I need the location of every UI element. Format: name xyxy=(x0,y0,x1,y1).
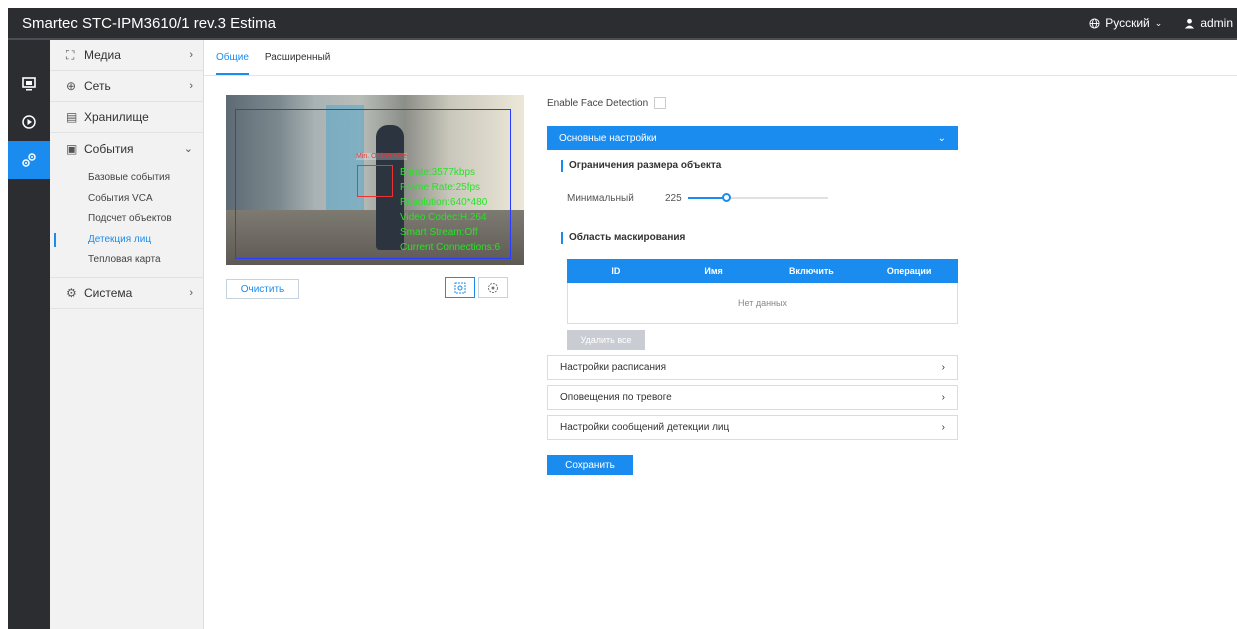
top-bar: Smartec STC-IPM3610/1 rev.3 Estima Русск… xyxy=(8,8,1237,38)
mask-area-table: ID Имя Включить Операции Нет данных xyxy=(567,259,958,324)
settings-nav[interactable] xyxy=(8,141,50,179)
chevron-down-icon: ⌄ xyxy=(183,143,193,155)
column-header: Включить xyxy=(788,266,834,276)
globe-icon xyxy=(1089,17,1100,29)
alarm-notifications-section[interactable]: Оповещения по тревоге › xyxy=(547,385,958,410)
osd-line: Current Connections:6 xyxy=(400,242,501,253)
basic-settings-label: Основные настройки xyxy=(559,132,657,144)
face-message-settings-section[interactable]: Настройки сообщений детекции лиц › xyxy=(547,415,958,440)
min-object-size-box[interactable] xyxy=(357,165,393,197)
basic-settings-header[interactable]: Основные настройки ⌄ xyxy=(547,126,958,150)
osd-line: Bitrate:3577kbps xyxy=(400,167,476,178)
minimum-size-row: Минимальный 225 xyxy=(567,192,828,204)
schedule-settings-section[interactable]: Настройки расписания › xyxy=(547,355,958,380)
tab-advanced[interactable]: Расширенный xyxy=(265,52,330,75)
draw-area-icon xyxy=(454,282,466,293)
storage-icon: ▤ xyxy=(66,110,78,124)
minimum-label: Минимальный xyxy=(567,192,634,204)
sidebar-subitem-vca-events[interactable]: События VCA xyxy=(50,189,203,210)
sidebar-item-events[interactable]: ▣ События ⌄ xyxy=(50,133,203,164)
events-icon: ▣ xyxy=(66,141,78,156)
sidebar-item-label: Система xyxy=(84,285,133,300)
left-margin xyxy=(0,0,8,629)
sidebar-item-label: События xyxy=(84,141,134,156)
save-button[interactable]: Сохранить xyxy=(547,455,633,475)
playback-icon xyxy=(22,115,36,129)
delete-all-button[interactable]: Удалить все xyxy=(567,330,645,350)
media-icon: ⛶ xyxy=(66,47,75,62)
minimum-value: 225 xyxy=(665,192,682,204)
chevron-down-icon: ⌄ xyxy=(1154,17,1163,28)
chevron-right-icon: › xyxy=(189,286,193,299)
sidebar-subitem-heat-map[interactable]: Тепловая карта xyxy=(50,250,203,271)
tab-bar: Общие Расширенный xyxy=(204,40,1237,76)
target-icon xyxy=(488,282,498,293)
sidebar-subitem-object-counting[interactable]: Подсчет объектов xyxy=(50,209,203,230)
chevron-right-icon: › xyxy=(941,392,945,403)
chevron-right-icon: › xyxy=(189,49,193,61)
language-selector[interactable]: Русский ⌄ xyxy=(1089,16,1162,30)
table-empty-row: Нет данных xyxy=(567,283,958,324)
osd-line: Smart Stream:Off xyxy=(400,227,478,238)
size-limit-title: Ограничения размера объекта xyxy=(561,160,721,172)
minimum-size-slider[interactable] xyxy=(687,192,828,204)
chevron-right-icon: › xyxy=(941,422,945,433)
column-header: Операции xyxy=(886,266,932,276)
user-menu[interactable]: admin xyxy=(1184,16,1233,30)
system-icon: ⚙ xyxy=(66,285,77,300)
osd-line: Resolution:640*480 xyxy=(400,197,488,208)
playback-nav[interactable] xyxy=(8,103,50,141)
clear-button[interactable]: Очистить xyxy=(226,279,299,299)
app-title: Smartec STC-IPM3610/1 rev.3 Estima xyxy=(22,14,276,32)
tab-general[interactable]: Общие xyxy=(216,52,249,75)
face-message-settings-label: Настройки сообщений детекции лиц xyxy=(560,422,730,433)
chevron-right-icon: › xyxy=(941,362,945,373)
settings-gears-icon xyxy=(22,153,36,167)
column-header: ID xyxy=(611,266,621,276)
sidebar-item-label: Сеть xyxy=(84,79,111,93)
sidebar-subitem-face-detection[interactable]: Детекция лиц xyxy=(50,230,203,251)
slider-knob[interactable] xyxy=(721,193,731,202)
sidebar-item-label: Медиа xyxy=(84,48,121,62)
user-label: admin xyxy=(1200,16,1233,30)
face-detection-row: Enable Face Detection xyxy=(547,97,667,109)
object-size-button[interactable] xyxy=(478,277,508,298)
icon-bar xyxy=(8,40,50,629)
language-label: Русский xyxy=(1105,16,1150,30)
sidebar-subitem-basic-events[interactable]: Базовые события xyxy=(50,168,203,189)
user-icon xyxy=(1185,18,1195,29)
sidebar-item-system[interactable]: ⚙ Система › xyxy=(50,278,203,309)
table-header: ID Имя Включить Операции xyxy=(567,259,958,283)
video-preview[interactable]: Min. Object Size Bitrate:3577kbps Frame … xyxy=(226,95,524,265)
osd-line: Frame Rate:25fps xyxy=(400,182,481,193)
chevron-right-icon: › xyxy=(189,80,193,92)
chevron-down-icon: ⌄ xyxy=(937,132,946,144)
schedule-settings-label: Настройки расписания xyxy=(560,362,667,373)
sidebar-item-storage[interactable]: ▤ Хранилище xyxy=(50,102,203,133)
draw-region-button[interactable] xyxy=(445,277,475,298)
live-view-nav[interactable] xyxy=(8,65,50,103)
alarm-notifications-label: Оповещения по тревоге xyxy=(560,392,672,403)
settings-sidebar: ⛶ Медиа › ⊕ Сеть › ▤ Хранилище ▣ События… xyxy=(50,40,204,629)
mask-area-title: Область маскирования xyxy=(561,232,685,244)
sidebar-item-label: Хранилище xyxy=(84,110,149,124)
slider-fill xyxy=(687,197,727,199)
globe-icon: ⊕ xyxy=(66,79,77,93)
table-empty-text: Нет данных xyxy=(738,298,787,308)
face-detection-checkbox[interactable] xyxy=(654,97,667,109)
video-osd: Bitrate:3577kbps Frame Rate:25fps Resolu… xyxy=(400,165,500,255)
face-detection-label: Enable Face Detection xyxy=(547,97,649,109)
osd-line: Video Codec:H.264 xyxy=(400,212,487,223)
sidebar-item-media[interactable]: ⛶ Медиа › xyxy=(50,40,203,71)
sidebar-item-network[interactable]: ⊕ Сеть › xyxy=(50,71,203,102)
events-submenu: Базовые события События VCA Подсчет объе… xyxy=(50,164,203,278)
min-object-size-label: Min. Object Size xyxy=(356,153,407,160)
monitor-icon xyxy=(22,77,36,91)
column-header: Имя xyxy=(704,266,723,276)
